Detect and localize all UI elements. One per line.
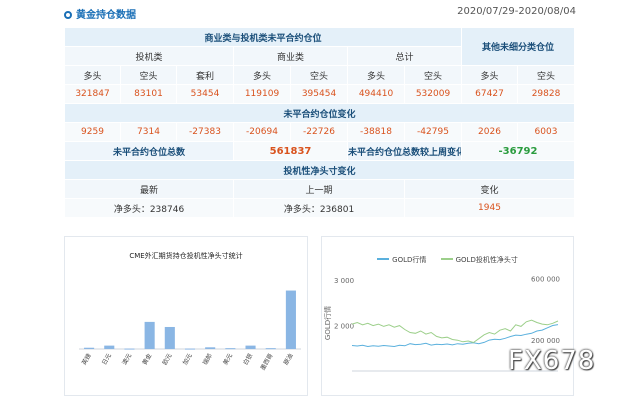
change-cell: -38818 bbox=[347, 122, 405, 142]
change-cell: 2026 bbox=[461, 122, 518, 142]
bar-1[interactable] bbox=[104, 345, 115, 349]
change-cell: 6003 bbox=[516, 122, 576, 142]
header: 黄金持仓数据 2020/07/29-2020/08/04 bbox=[64, 6, 576, 22]
left-tick-label: 3 000 bbox=[334, 277, 354, 285]
change-cell: -27383 bbox=[176, 122, 234, 142]
change-section-title: 未平合约仓位变化 bbox=[63, 103, 576, 123]
bar-7[interactable] bbox=[225, 348, 236, 350]
right-tick-label: 600 000 bbox=[531, 276, 560, 284]
header-total: 总计 bbox=[347, 46, 462, 66]
value-cell: 83101 bbox=[120, 84, 177, 104]
bar-8[interactable] bbox=[245, 345, 256, 349]
x-tick-label: 澳元 bbox=[120, 352, 133, 366]
open-interest-value: 561837 bbox=[233, 141, 348, 161]
bar-0[interactable] bbox=[84, 347, 95, 349]
legend-item-gold-net[interactable]: GOLD投机性净头寸 bbox=[440, 256, 518, 264]
bar-2[interactable] bbox=[124, 348, 135, 350]
bar-4[interactable] bbox=[164, 326, 175, 349]
legend-item-gold-price[interactable]: GOLD行情 bbox=[377, 256, 426, 264]
change-header: 变化 bbox=[403, 179, 576, 199]
col-header: 空头 bbox=[290, 65, 348, 85]
x-tick-label: 瑞郎 bbox=[201, 352, 214, 366]
x-tick-label: 欧元 bbox=[161, 352, 174, 366]
x-tick-label: 原油 bbox=[282, 352, 295, 366]
watermark: FX678 bbox=[508, 346, 596, 376]
header-speculative: 投机类 bbox=[64, 46, 234, 66]
net-position-title: 投机性净头寸变化 bbox=[63, 160, 576, 180]
group-header-commercial-spec: 商业类与投机类未平合约仓位 bbox=[64, 27, 462, 47]
circle-bullet-icon bbox=[64, 11, 72, 19]
group-header-other: 其他未细分类仓位 bbox=[460, 27, 576, 66]
open-interest-change-value: -36792 bbox=[460, 141, 576, 161]
legend-swatch bbox=[377, 258, 390, 260]
date-range: 2020/07/29-2020/08/04 bbox=[457, 6, 576, 17]
line-chart-legend: GOLD行情 GOLD投机性净头寸 bbox=[322, 255, 573, 265]
change-cell: -42795 bbox=[404, 122, 462, 142]
legend-label: GOLD行情 bbox=[392, 256, 427, 264]
value-cell: 119109 bbox=[233, 84, 291, 104]
bar-9[interactable] bbox=[265, 348, 276, 350]
x-tick-label: 日元 bbox=[101, 353, 113, 367]
bar-10[interactable] bbox=[285, 290, 296, 349]
latest-header: 最新 bbox=[64, 179, 234, 199]
value-cell: 532009 bbox=[404, 84, 462, 104]
x-tick-label: 黄金 bbox=[140, 352, 153, 366]
series-line-0[interactable] bbox=[351, 324, 559, 348]
bar-5[interactable] bbox=[184, 348, 196, 350]
previous-header: 上一期 bbox=[233, 179, 405, 199]
left-tick-label: 2 000 bbox=[334, 323, 354, 331]
col-header: 套利 bbox=[176, 65, 234, 85]
change-value: 1945 bbox=[403, 198, 576, 218]
value-cell: 494410 bbox=[347, 84, 405, 104]
bar-chart: 英镑 日元 澳元 黄金 欧元 加元 瑞郎 美元 白银 墨西哥 原油 bbox=[79, 290, 301, 372]
change-cell: -22726 bbox=[290, 122, 348, 142]
open-interest-label: 未平合约仓位总数 bbox=[64, 141, 234, 161]
col-header: 多头 bbox=[461, 65, 518, 85]
change-cell: 9259 bbox=[64, 122, 121, 142]
section-title-text: 黄金持仓数据 bbox=[76, 10, 136, 21]
value-cell: 321847 bbox=[64, 84, 121, 104]
bar-6[interactable] bbox=[205, 347, 216, 349]
col-header: 多头 bbox=[64, 65, 121, 85]
series-line-1[interactable] bbox=[351, 319, 559, 344]
col-header: 多头 bbox=[347, 65, 405, 85]
legend-swatch bbox=[440, 258, 453, 260]
x-tick-label: 白银 bbox=[241, 352, 254, 366]
bar-3[interactable] bbox=[144, 321, 155, 349]
section-title: 黄金持仓数据 bbox=[64, 6, 136, 21]
col-header: 多头 bbox=[233, 65, 291, 85]
page: 黄金持仓数据 2020/07/29-2020/08/04 商业类与投机类未平合约… bbox=[0, 0, 640, 400]
previous-value: 净多头：236801 bbox=[233, 198, 405, 218]
col-header: 空头 bbox=[404, 65, 462, 85]
col-header: 空头 bbox=[516, 65, 576, 85]
col-header: 空头 bbox=[120, 65, 177, 85]
value-cell: 67427 bbox=[461, 84, 518, 104]
open-interest-change-label: 未平合约仓位总数较上周变化 bbox=[347, 141, 462, 161]
bar-chart-title: CME外汇期货持仓投机性净头寸统计 bbox=[129, 252, 243, 260]
x-tick-label: 美元 bbox=[221, 352, 234, 366]
value-cell: 53454 bbox=[176, 84, 234, 104]
value-cell: 29828 bbox=[516, 84, 576, 104]
latest-value: 净多头：238746 bbox=[64, 198, 234, 218]
x-tick-label: 英镑 bbox=[80, 352, 93, 366]
right-tick-label: 200 000 bbox=[531, 337, 560, 345]
legend-label: GOLD投机性净头寸 bbox=[455, 256, 518, 264]
x-tick-label: 加元 bbox=[181, 352, 194, 366]
left-axis-label: GOLD行情 bbox=[323, 306, 332, 340]
change-cell: 7314 bbox=[120, 122, 177, 142]
value-cell: 395454 bbox=[290, 84, 348, 104]
positions-table: 商业类与投机类未平合约仓位 其他未细分类仓位 投机类 商业类 总计 多头 空头 … bbox=[63, 27, 576, 218]
change-cell: -20694 bbox=[233, 122, 291, 142]
header-commercial: 商业类 bbox=[233, 46, 348, 66]
x-tick-label: 墨西哥 bbox=[259, 353, 274, 372]
bar-chart-panel: CME外汇期货持仓投机性净头寸统计 英镑 日元 澳元 黄金 欧元 加元 瑞郎 美元 白银 墨西哥原… bbox=[64, 236, 308, 396]
